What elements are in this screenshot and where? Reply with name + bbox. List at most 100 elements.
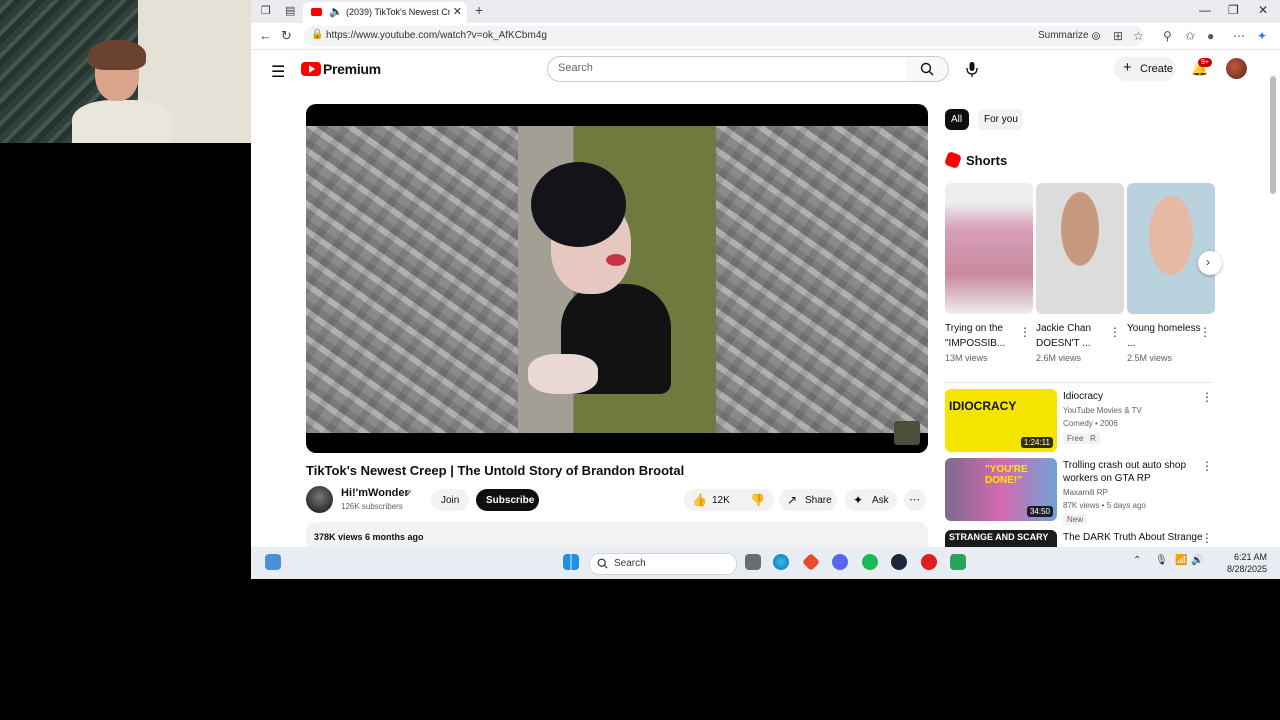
tab-bar: ❐ ▤ 🔈 (2039) TikTok's Newest Creep ✕ + —… [251,0,1280,23]
more-menu-icon[interactable]: ⋯ [1233,29,1245,43]
rec-title-2[interactable]: Trolling crash out auto shop workers on … [1063,459,1203,485]
more-actions-button[interactable]: ⋯ [904,489,926,511]
rec-thumbnail-1[interactable]: IDIOCRACY 1:24:11 [945,389,1057,452]
dislike-icon[interactable]: 👎 [750,493,765,507]
subscribe-button[interactable]: Subscribe [476,489,539,511]
browser-tab-youtube[interactable]: 🔈 (2039) TikTok's Newest Creep ✕ [303,2,467,23]
chip-for-you[interactable]: For you [978,109,1023,130]
page-scrollbar[interactable] [1270,56,1276,544]
close-tab-icon[interactable]: ✕ [453,5,462,18]
summarize-button[interactable]: Summarize [1038,30,1089,41]
show-hidden-icons[interactable]: ⌃ [1133,555,1141,566]
share-button[interactable]: ↗ Share [779,489,837,511]
new-tab-icon[interactable]: + [475,2,483,18]
create-button[interactable]: + Create [1114,57,1176,81]
rec-thumbnail-3[interactable]: STRANGE AND SCARY [945,530,1057,547]
rec-thumb-text-3: STRANGE AND SCARY [949,532,1049,542]
app-red-diamond-icon[interactable] [801,552,821,572]
search-input[interactable]: Search [547,56,908,82]
short-title-1[interactable]: Trying on the "IMPOSSIB... [945,321,1023,351]
youtube-brand[interactable]: Premium [323,61,381,77]
video-overlay-thumbnail[interactable] [894,421,920,445]
spotify-icon[interactable] [862,554,878,570]
extensions-icon[interactable]: ⚲ [1163,29,1172,43]
widgets-icon[interactable] [265,554,281,570]
channel-avatar[interactable] [306,486,333,513]
workspaces-icon[interactable]: ❐ [261,4,271,17]
profile-icon[interactable]: ● [1207,29,1214,43]
discord-icon[interactable] [832,554,848,570]
speaker-icon[interactable]: 🔈 [329,5,343,18]
favorites-icon[interactable]: ✩ [1185,29,1195,43]
wifi-icon[interactable]: 📶 [1175,555,1187,566]
video-player[interactable] [306,104,928,453]
like-dislike-group: 👍 12K 👎 [684,489,774,511]
rec-more-icon-2[interactable]: ⋮ [1201,459,1213,473]
short-title-2[interactable]: Jackie Chan DOESN'T ... [1036,321,1114,351]
favorite-star-icon[interactable]: ☆ [1133,29,1144,43]
steam-icon[interactable] [891,554,907,570]
search-button[interactable] [906,56,949,82]
shorts-icon [944,151,962,169]
search-placeholder: Search [558,62,593,74]
account-avatar[interactable] [1226,58,1247,79]
rec-thumb-text-2: "YOU'RE DONE!" [985,464,1028,486]
short-more-icon-3[interactable]: ⋮ [1199,325,1211,339]
webcam-person-shirt [72,100,172,143]
video-frame-right [716,126,928,433]
copilot-icon[interactable]: ✦ [1257,29,1267,43]
rec-badge-free: Free [1063,433,1088,444]
tab-actions-icon[interactable]: ▤ [285,4,295,17]
task-view-icon[interactable] [745,554,761,570]
short-thumbnail-3[interactable] [1127,183,1215,314]
short-thumbnail-1[interactable] [945,183,1033,314]
ask-button[interactable]: ✦ Ask [845,489,897,511]
join-button[interactable]: Join [431,489,469,511]
short-more-icon-2[interactable]: ⋮ [1109,325,1121,339]
short-views-2: 2.6M views [1036,353,1082,363]
webcam-overlay [0,0,251,143]
short-thumbnail-2[interactable] [1036,183,1124,314]
system-clock[interactable]: 6:21 AM 8/28/2025 [1201,551,1267,575]
restore-icon[interactable]: ❐ [1228,3,1239,17]
rec-channel-2[interactable]: Maxamili RP [1063,488,1108,497]
voice-search-button[interactable] [959,56,985,82]
guide-menu-icon[interactable]: ☰ [271,62,285,82]
back-icon[interactable]: ← [259,28,272,43]
shorts-next-button[interactable]: › [1198,251,1222,275]
taskbar-search[interactable]: Search [589,553,737,575]
description-box[interactable]: 378K views 6 months ago [306,522,928,547]
rec-title-3[interactable]: The DARK Truth About Strange [1063,531,1203,544]
short-more-icon-1[interactable]: ⋮ [1019,325,1031,339]
site-info-icon[interactable]: 🔒 [311,29,323,40]
scrollbar-thumb[interactable] [1270,76,1276,194]
rec-duration-1: 1:24:11 [1020,437,1053,448]
video-person-hair [531,162,626,247]
address-bar[interactable]: 🔒 https://www.youtube.com/watch?v=ok_AfK… [304,26,1144,46]
rec-more-icon-3[interactable]: ⋮ [1201,531,1213,545]
close-window-icon[interactable]: ✕ [1258,3,1268,17]
section-divider [945,382,1213,383]
edge-browser-icon[interactable] [773,554,789,570]
refresh-icon[interactable]: ↻ [281,28,292,44]
share-label: Share [805,495,832,506]
rec-channel-1[interactable]: YouTube Movies & TV [1063,406,1142,415]
rec-more-icon-1[interactable]: ⋮ [1201,390,1213,404]
mic-tray-icon[interactable]: 🎙 [1155,555,1168,566]
short-title-3[interactable]: Young homeless ... [1127,321,1205,351]
shorts-heading: Shorts [966,153,1008,168]
channel-name[interactable]: Hi!'mWonder [341,487,409,499]
rec-thumbnail-2[interactable]: "YOU'RE DONE!" 34:50 [945,458,1057,521]
media-player-icon[interactable] [921,554,937,570]
rec-title-1[interactable]: Idiocracy [1063,390,1203,403]
like-count[interactable]: 12K [712,495,730,506]
app-green-icon[interactable] [950,554,966,570]
start-windows-icon[interactable] [563,554,579,570]
app-available-icon[interactable]: ⊞ [1113,29,1123,43]
chip-all[interactable]: All [945,109,969,130]
minimize-icon[interactable]: — [1199,3,1211,17]
read-aloud-icon[interactable]: ⊚ [1091,29,1101,43]
youtube-logo-icon[interactable] [301,62,321,76]
short-views-1: 13M views [945,353,988,363]
like-icon[interactable]: 👍 [692,493,707,507]
